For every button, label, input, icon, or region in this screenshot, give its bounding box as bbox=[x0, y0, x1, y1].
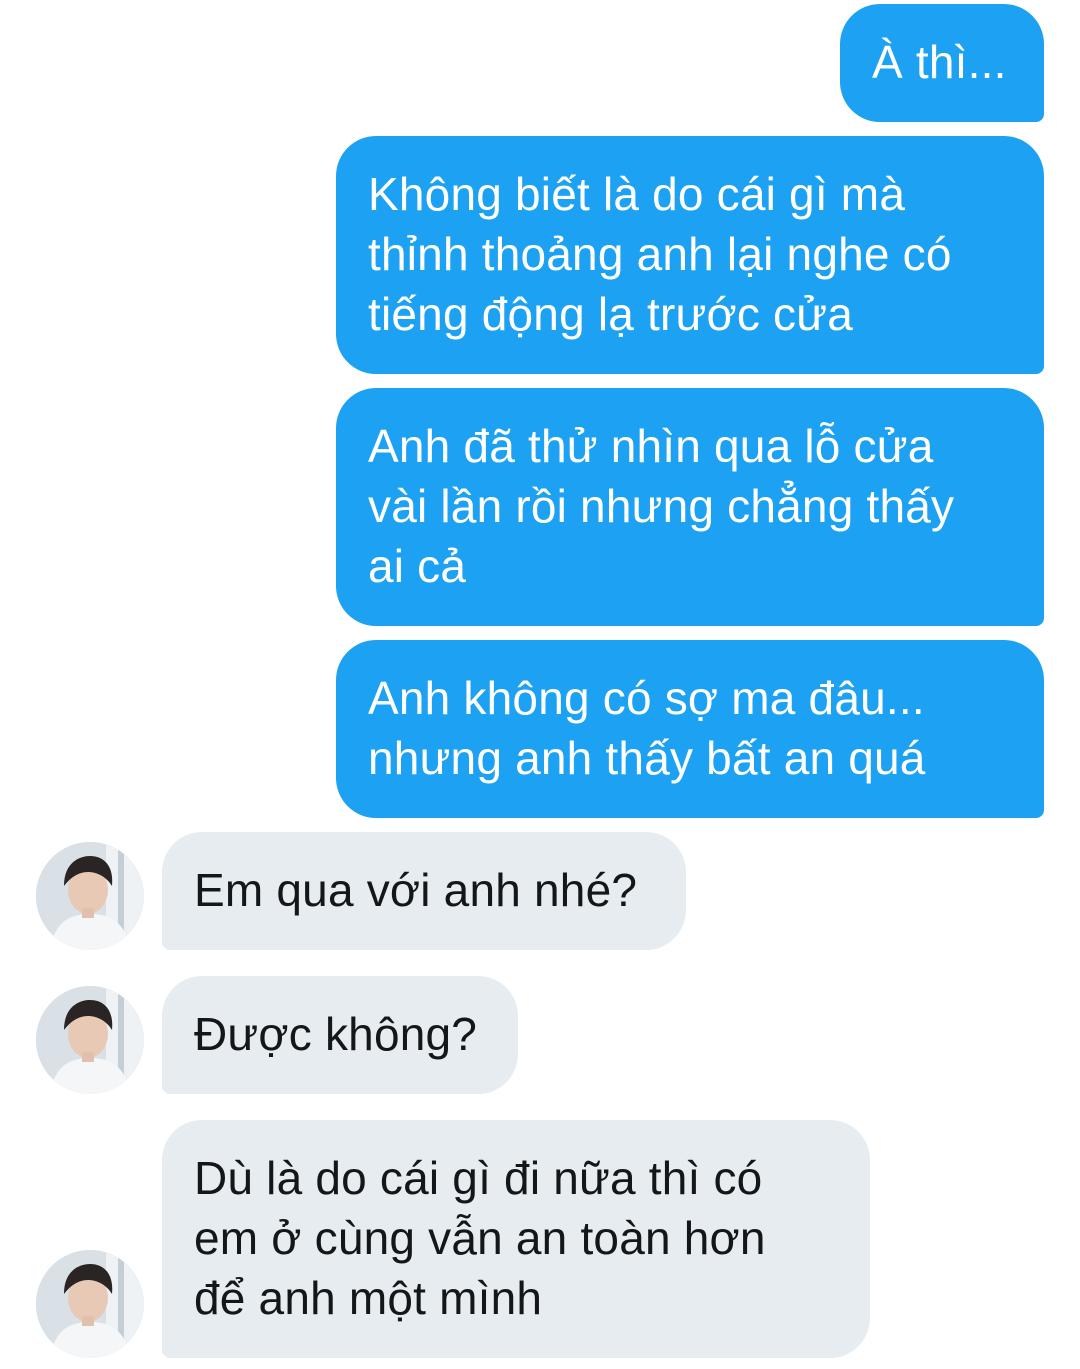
contact-avatar-icon[interactable] bbox=[36, 1250, 144, 1358]
contact-avatar-icon[interactable] bbox=[36, 986, 144, 1094]
avatar-photo bbox=[36, 1250, 144, 1358]
incoming-message[interactable]: Được không? bbox=[162, 976, 518, 1094]
avatar-photo bbox=[36, 986, 144, 1094]
outgoing-message[interactable]: Anh không có sợ ma đâu... nhưng anh thấy… bbox=[336, 640, 1044, 818]
message-thread: À thì... Không biết là do cái gì mà thỉn… bbox=[0, 0, 1080, 1369]
contact-avatar-icon[interactable] bbox=[36, 842, 144, 950]
outgoing-message[interactable]: Không biết là do cái gì mà thỉnh thoảng … bbox=[336, 136, 1044, 374]
outgoing-message[interactable]: Anh đã thử nhìn qua lỗ cửa vài lần rồi n… bbox=[336, 388, 1044, 626]
incoming-message[interactable]: Em qua với anh nhé? bbox=[162, 832, 686, 950]
avatar-photo bbox=[36, 842, 144, 950]
outgoing-message[interactable]: À thì... bbox=[840, 4, 1044, 122]
incoming-message[interactable]: Dù là do cái gì đi nữa thì có em ở cùng … bbox=[162, 1120, 870, 1358]
